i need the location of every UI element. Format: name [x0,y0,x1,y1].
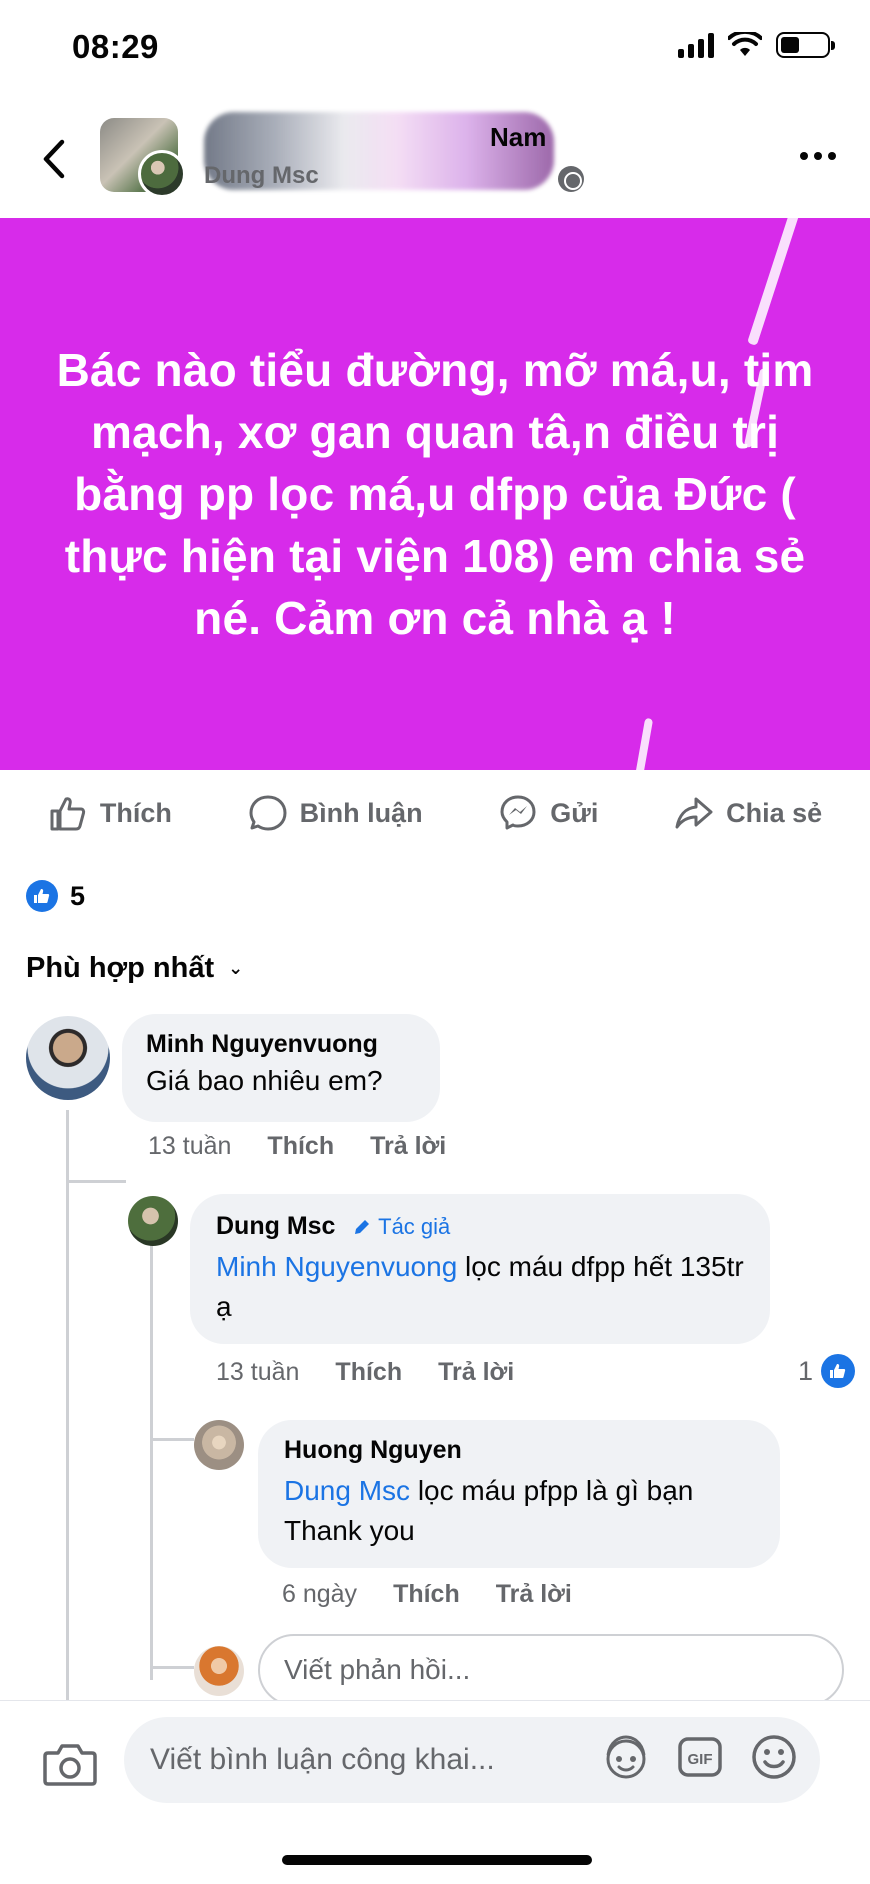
commenter-name[interactable]: Huong Nguyen [284,1436,754,1465]
emoji-icon[interactable] [748,1731,800,1783]
gif-icon[interactable]: GIF [674,1731,726,1783]
comment-text: Dung Msc lọc máu pfpp là gì bạn Thank yo… [284,1471,754,1551]
svg-text:GIF: GIF [688,1751,713,1768]
comment-meta: 13 tuần Thích Trả lời [148,1132,446,1161]
reactions-summary[interactable]: 5 [26,880,85,912]
thread-line [150,1240,153,1680]
decorative-streak [747,218,803,346]
comment-bubble: Dung Msc Tác giả Minh Nguyenvuong lọc má… [190,1194,770,1344]
thread-line [150,1666,194,1669]
sort-label: Phù hợp nhất [26,952,215,984]
page-avatar[interactable] [100,118,186,198]
commenter-name[interactable]: Dung Msc Tác giả [216,1212,744,1241]
comment-time: 13 tuần [148,1132,232,1160]
thumbs-up-icon [50,797,85,831]
comment-like-count[interactable]: 1 [798,1354,856,1388]
composer-icons: GIF [600,1731,800,1783]
comment-bubble: Minh Nguyenvuong Giá bao nhiêu em? [122,1014,440,1122]
back-icon[interactable] [34,136,74,182]
thread-line [66,1180,126,1183]
send-button[interactable]: Gửi [498,793,598,833]
more-options-button[interactable] [800,152,836,160]
author-badge-label: Tác giả [378,1214,451,1239]
like-count: 1 [798,1355,814,1386]
comment-meta: 6 ngày Thích Trả lời [282,1580,572,1609]
reply-input[interactable]: Viết phản hồi... [258,1634,844,1706]
share-label: Chia sẻ [726,797,823,828]
comment-bubble-icon [249,795,287,831]
comment-like-button[interactable]: Thích [267,1132,334,1161]
status-bar: 08:29 [0,0,870,100]
avatar-sticker-icon[interactable] [600,1731,652,1783]
reaction-count: 5 [70,880,86,911]
comment-time: 13 tuần [216,1358,300,1386]
comment-like-button[interactable]: Thích [335,1358,402,1387]
like-reaction-icon [26,880,58,912]
status-time: 08:29 [72,28,159,65]
signal-icon [678,32,714,58]
pencil-icon [355,1220,370,1234]
home-indicator [282,1855,592,1865]
wifi-icon [728,32,762,56]
author-avatar[interactable] [138,150,186,198]
comment-text: Minh Nguyenvuong lọc máu dfpp hết 135tr … [216,1247,744,1327]
comment-time: 6 ngày [282,1580,358,1608]
like-button[interactable]: Thích [48,793,172,833]
commenter-name-text: Dung Msc [216,1212,336,1240]
post-actions: Thích Bình luận Gửi Chia sẻ [0,770,870,856]
author-name[interactable]: Dung Msc [204,162,319,190]
like-reaction-icon [821,1354,856,1388]
comment-like-button[interactable]: Thích [393,1580,460,1609]
share-arrow-icon [675,797,713,829]
battery-icon [776,32,835,58]
avatar[interactable] [194,1420,244,1470]
comment-reply-button[interactable]: Trả lời [438,1358,514,1387]
status-icons [678,32,835,58]
comment-meta: 13 tuần Thích Trả lời [216,1358,514,1387]
globe-icon [558,166,584,192]
camera-icon[interactable] [42,1737,98,1793]
comment-button[interactable]: Bình luận [248,793,423,833]
messenger-icon [500,795,536,830]
thread-line [150,1438,194,1441]
post-header: Nam Dung Msc [0,100,870,218]
comment-placeholder: Viết bình luận công khai... [150,1743,495,1776]
comment-input[interactable]: Viết bình luận công khai... GIF [124,1717,820,1803]
comment-bubble: Huong Nguyen Dung Msc lọc máu pfpp là gì… [258,1420,780,1568]
send-label: Gửi [550,797,599,828]
comment-reply-button[interactable]: Trả lời [370,1132,446,1161]
thread-line [66,1110,69,1700]
decorative-streak [634,717,654,770]
comment-sort-dropdown[interactable]: Phù hợp nhất ⌄ [26,952,243,985]
reply-placeholder: Viết phản hồi... [284,1654,471,1685]
current-user-avatar [194,1646,244,1696]
avatar[interactable] [26,1016,110,1100]
share-button[interactable]: Chia sẻ [674,793,822,833]
like-label: Thích [99,797,172,828]
page-title-partial[interactable]: Nam [490,122,546,153]
post-text: Bác nào tiểu đường, mỡ má,u, tim mạch, x… [56,344,814,644]
chevron-down-icon: ⌄ [228,958,244,978]
mention-link[interactable]: Dung Msc [284,1475,410,1506]
comment-label: Bình luận [299,797,423,828]
comment-reply-button[interactable]: Trả lời [496,1580,572,1609]
post-banner: Bác nào tiểu đường, mỡ má,u, tim mạch, x… [0,218,870,770]
mention-link[interactable]: Minh Nguyenvuong [216,1251,457,1282]
avatar[interactable] [128,1196,178,1246]
comment-composer-bar: Viết bình luận công khai... GIF [0,1700,870,1884]
commenter-name[interactable]: Minh Nguyenvuong [146,1030,416,1059]
author-badge: Tác giả [352,1214,450,1239]
comment-text: Giá bao nhiêu em? [146,1065,383,1096]
